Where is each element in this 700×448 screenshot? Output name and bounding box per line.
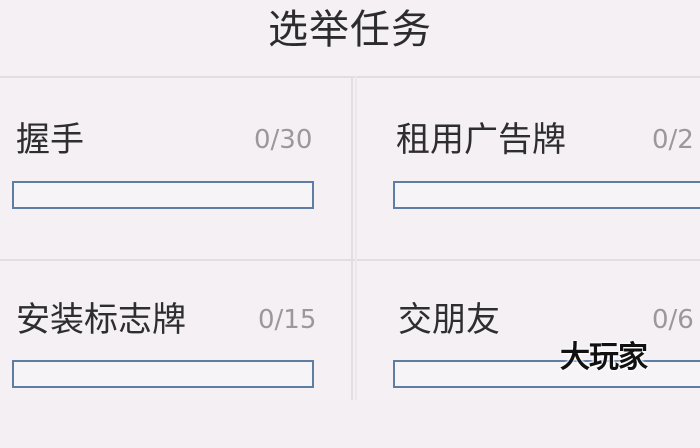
task-count: 0/2 — [652, 125, 694, 155]
task-count: 0/15 — [258, 305, 317, 335]
task-progress-bar — [393, 181, 700, 209]
task-progress-bar — [12, 181, 314, 209]
task-install-signs: 安装标志牌 0/15 — [0, 298, 330, 448]
divider-top — [0, 76, 700, 78]
task-count: 0/6 — [652, 305, 694, 335]
task-make-friends: 交朋友 0/6 — [380, 298, 700, 448]
task-progress-bar — [393, 360, 700, 388]
page-title: 选举任务 — [268, 7, 432, 53]
task-progress-bar — [12, 360, 314, 388]
task-count: 0/30 — [254, 125, 313, 155]
task-handshake: 握手 0/30 — [0, 118, 330, 268]
task-name: 握手 — [16, 120, 84, 160]
election-tasks-panel: 选举任务 握手 0/30 租用广告牌 0/2 安装标志牌 0/15 交朋友 0/… — [0, 0, 700, 400]
task-rent-billboard: 租用广告牌 0/2 — [380, 118, 700, 268]
watermark-logo: 大玩家 — [560, 340, 648, 375]
task-name: 安装标志牌 — [16, 300, 186, 340]
task-name: 租用广告牌 — [396, 120, 566, 160]
divider-vertical — [351, 76, 353, 400]
divider-vertical-shadow — [355, 76, 357, 400]
task-name: 交朋友 — [398, 300, 500, 340]
